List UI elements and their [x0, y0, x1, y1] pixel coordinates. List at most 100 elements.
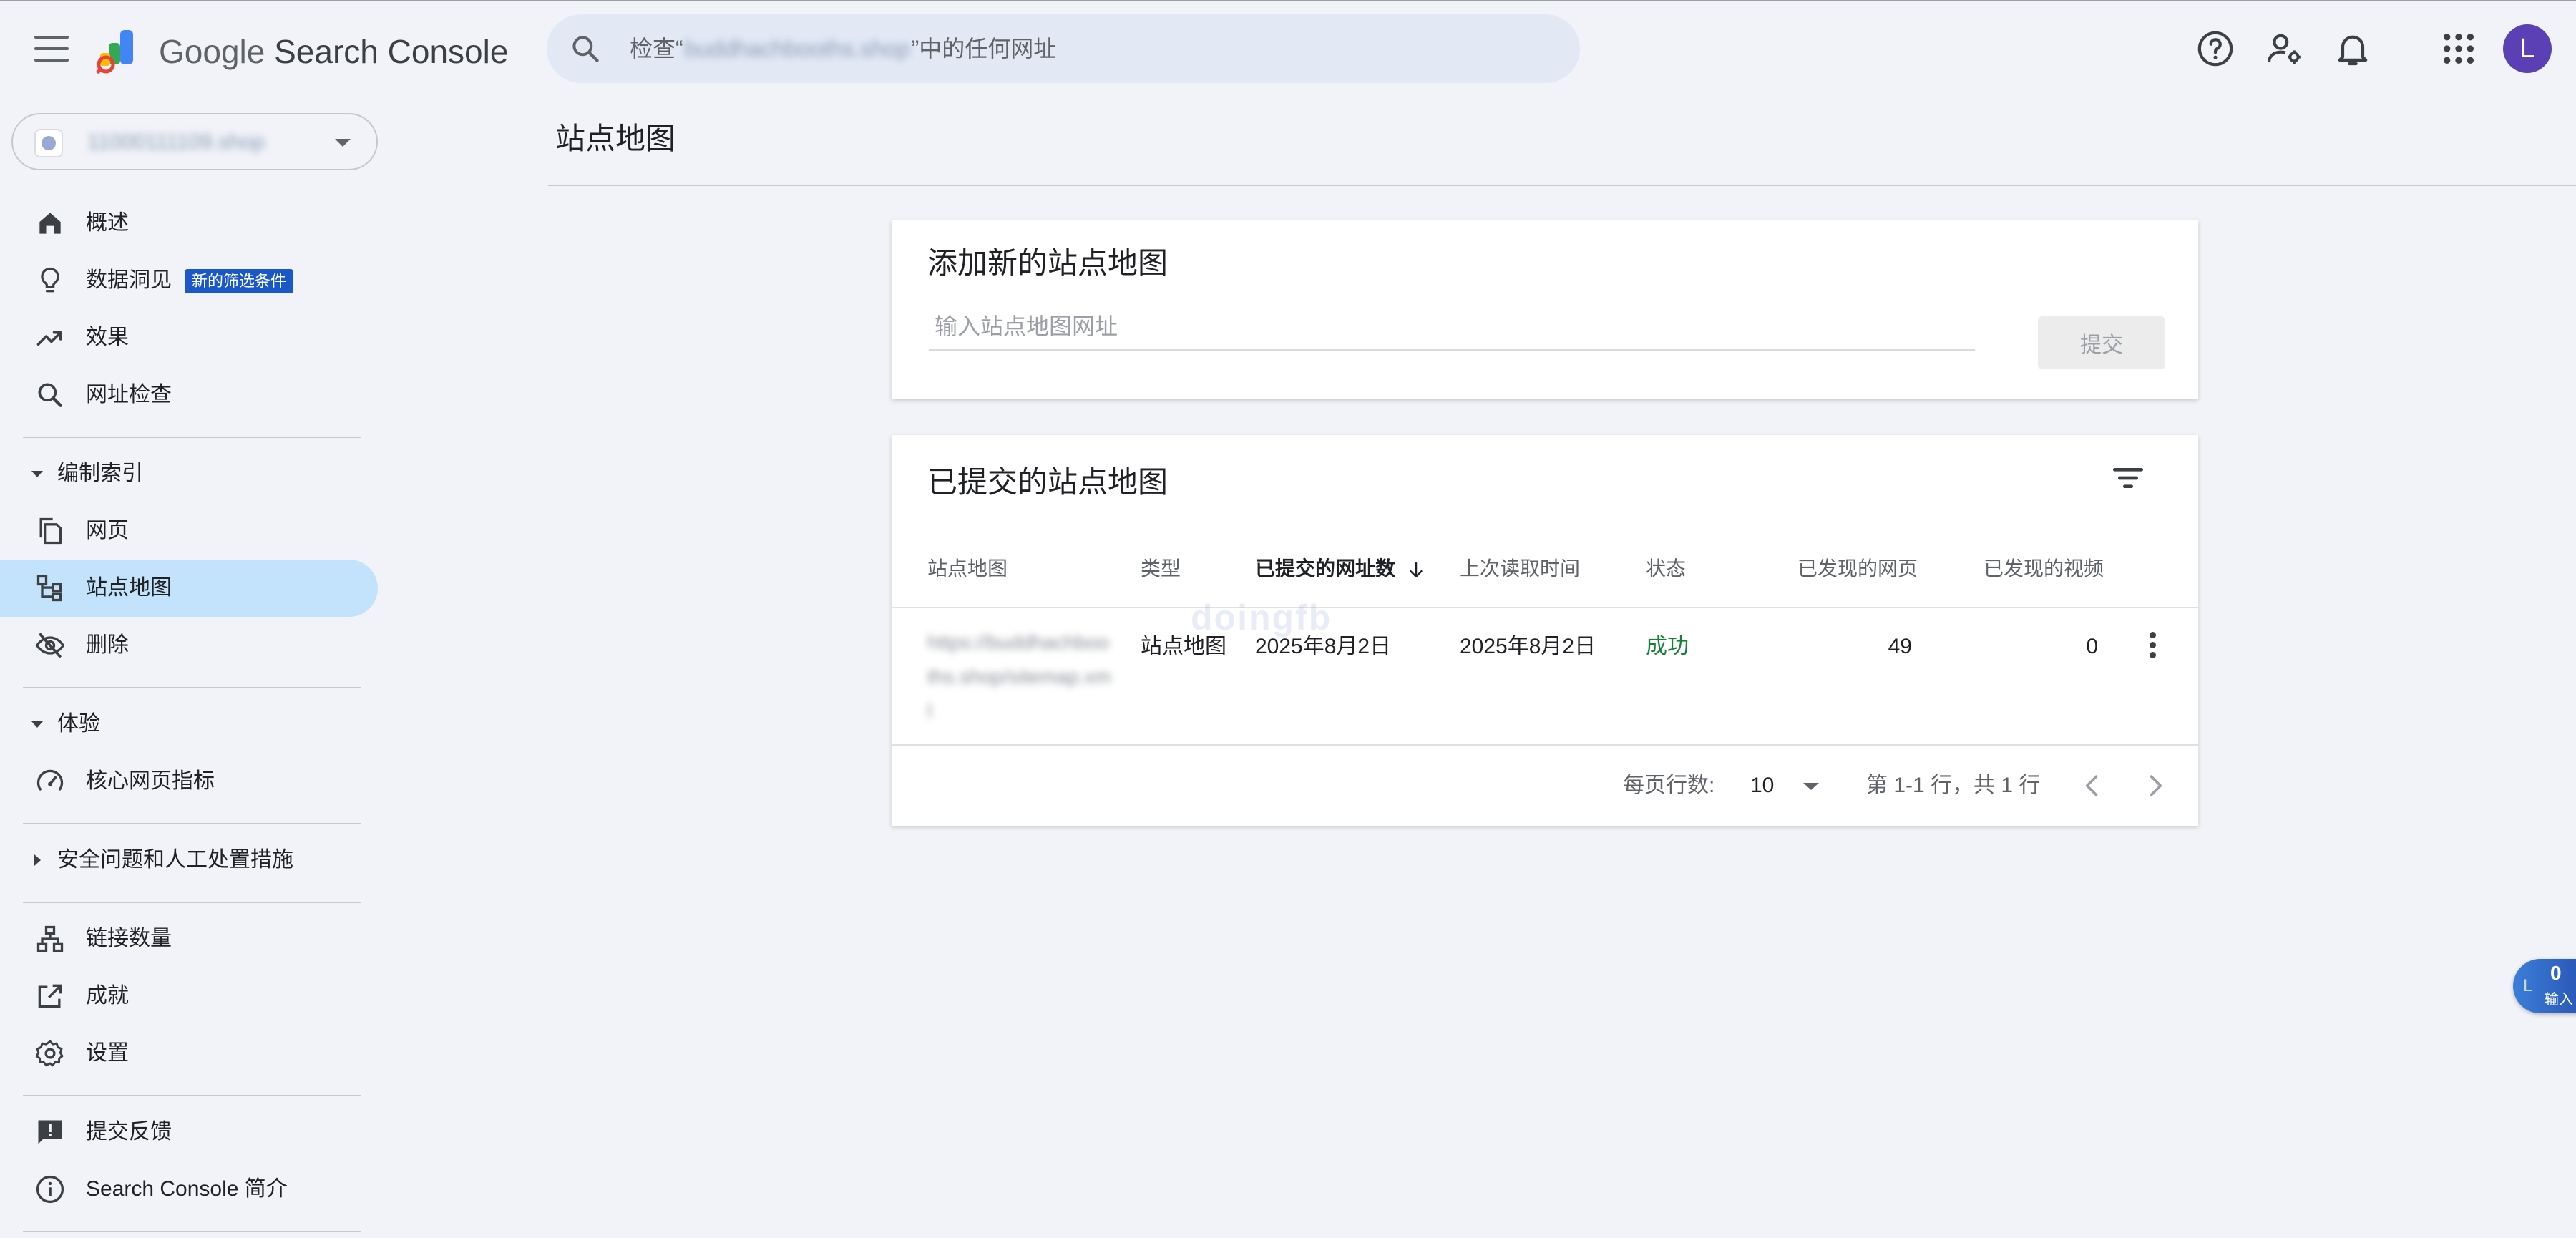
sidebar-item-achievements[interactable]: 成就	[0, 968, 378, 1025]
sidebar-item-feedback[interactable]: 提交反馈	[0, 1103, 378, 1161]
arrow-down-icon	[1410, 562, 1423, 577]
sidebar-divider	[23, 823, 361, 824]
help-icon[interactable]	[2195, 29, 2235, 69]
sidebar-divider	[23, 437, 361, 438]
manage-users-icon[interactable]	[2264, 29, 2304, 69]
search-prefix: 检查“	[630, 36, 683, 62]
section-title: 体验	[57, 712, 100, 736]
sidebar-item-label: 站点地图	[86, 576, 172, 600]
sidebar-divider	[23, 687, 361, 688]
section-security[interactable]: 安全问题和人工处置措施	[0, 832, 378, 889]
sidebar-item-label: 网址检查	[86, 383, 172, 406]
sidebar-item-sitemaps[interactable]: 站点地图	[0, 560, 378, 617]
column-header-discovered-pages[interactable]: 已发现的网页	[1797, 551, 1918, 587]
caret-down-icon	[31, 721, 43, 728]
section-experience[interactable]: 体验	[0, 696, 378, 753]
sitemap-url-line: l	[927, 700, 932, 722]
cell-last-read: 2025年8月2日	[1460, 635, 1596, 658]
next-page-icon[interactable]	[2140, 770, 2171, 801]
sitemap-icon	[36, 575, 62, 602]
sidebar-item-links[interactable]: 链接数量	[0, 910, 378, 968]
chevron-down-icon	[335, 139, 351, 147]
avatar[interactable]: L	[2503, 24, 2552, 73]
sitemap-url-line: https://buddhachboo	[927, 631, 1109, 653]
product-brand: Google	[159, 33, 265, 70]
sidebar-item-label: 设置	[86, 1041, 129, 1065]
search-suffix: ”中的任何网址	[911, 36, 1057, 62]
search-icon	[572, 36, 599, 62]
caret-right-icon	[34, 854, 41, 866]
sitemap-url-blurred[interactable]: https://buddhachboo ths.shop/sitemap.xm …	[927, 625, 1121, 728]
section-indexing[interactable]: 编制索引	[0, 445, 378, 502]
property-name-blurred: 11000111109.shop	[87, 130, 265, 154]
lightbulb-icon	[41, 267, 59, 293]
cell-discovered-videos: 0	[2086, 635, 2098, 658]
sidebar-item-label: 成就	[86, 984, 129, 1008]
links-icon	[36, 925, 64, 952]
table-row-divider	[892, 744, 2198, 746]
pagination-range: 第 1-1 行，共 1 行	[1866, 774, 2041, 797]
product-title: Search Console	[274, 33, 509, 70]
home-icon	[39, 213, 61, 234]
column-header-type[interactable]: 类型	[1141, 551, 1181, 587]
submitted-header-label: 已提交的网址数	[1255, 557, 1396, 580]
sidebar: 11000111109.shop 概述 数据洞见 新的筛选条件 效果 网址检查 编…	[0, 94, 386, 1238]
search-icon	[38, 383, 62, 407]
rows-per-page-label: 每页行数:	[1623, 774, 1715, 797]
sidebar-item-performance[interactable]: 效果	[0, 309, 378, 366]
globe-icon	[34, 129, 63, 157]
submit-button[interactable]: 提交	[2038, 316, 2165, 369]
notifications-icon[interactable]	[2333, 29, 2373, 69]
sidebar-item-settings[interactable]: 设置	[0, 1025, 378, 1082]
sitemap-url-line: ths.shop/sitemap.xm	[927, 666, 1111, 688]
column-header-status[interactable]: 状态	[1646, 551, 1686, 587]
sidebar-item-label: 删除	[86, 633, 129, 657]
filter-icon[interactable]	[2108, 458, 2148, 498]
section-title: 安全问题和人工处置措施	[57, 848, 293, 872]
submitted-sitemaps-title: 已提交的站点地图	[927, 465, 1169, 499]
section-title: 编制索引	[57, 462, 143, 485]
sidebar-divider	[23, 1095, 361, 1096]
sidebar-item-label: 数据洞见 新的筛选条件	[86, 252, 294, 309]
table-header-divider	[892, 607, 2198, 608]
widget-letter: L	[2523, 976, 2533, 995]
sidebar-item-about[interactable]: Search Console 简介	[0, 1161, 378, 1218]
sidebar-item-pages[interactable]: 网页	[0, 502, 378, 560]
search-console-logo-icon	[96, 30, 133, 74]
visibility-off-icon	[35, 633, 65, 658]
column-header-discovered-videos[interactable]: 已发现的视频	[1984, 551, 2104, 587]
column-header-sitemap[interactable]: 站点地图	[927, 551, 1008, 587]
sidebar-item-removals[interactable]: 删除	[0, 617, 378, 674]
previous-page-icon[interactable]	[2077, 770, 2108, 801]
sidebar-item-url-inspection[interactable]: 网址检查	[0, 366, 378, 424]
sidebar-divider	[23, 1231, 361, 1232]
watermark: doingfb	[1191, 598, 1332, 638]
floating-input-widget[interactable]: L 0 输入	[2513, 959, 2576, 1013]
trending-up-icon	[36, 331, 62, 346]
pages-icon	[39, 517, 62, 545]
sidebar-item-label: Search Console 简介	[86, 1177, 288, 1201]
rows-per-page-value: 10	[1750, 774, 1775, 797]
top-app-bar: Google Search Console 检查“buddhachbooths.…	[0, 0, 2576, 94]
chevron-down-icon	[1803, 783, 1819, 790]
menu-icon[interactable]	[31, 31, 72, 66]
search-domain-blurred: buddhachbooths.shop	[684, 36, 910, 62]
sidebar-divider	[23, 902, 361, 903]
product-name[interactable]: Google Search Console	[159, 30, 508, 73]
url-inspection-search[interactable]: 检查“buddhachbooths.shop”中的任何网址	[547, 14, 1580, 83]
column-header-last-read[interactable]: 上次读取时间	[1460, 551, 1580, 587]
widget-label: 输入	[2545, 992, 2573, 1008]
sidebar-item-core-web-vitals[interactable]: 核心网页指标	[0, 753, 378, 810]
sitemap-url-input[interactable]	[929, 303, 1975, 351]
apps-icon[interactable]	[2439, 29, 2479, 69]
sidebar-item-label: 链接数量	[86, 927, 172, 950]
more-vert-icon[interactable]	[2137, 628, 2168, 666]
sidebar-item-label: 概述	[86, 211, 129, 235]
sidebar-item-insights[interactable]: 数据洞见 新的筛选条件	[0, 252, 378, 309]
sidebar-item-overview[interactable]: 概述	[0, 195, 378, 252]
column-header-submitted[interactable]: 已提交的网址数	[1255, 551, 1427, 587]
sidebar-item-label: 核心网页指标	[86, 769, 215, 793]
open-external-icon	[38, 984, 62, 1008]
rows-per-page-select[interactable]: 10	[1750, 764, 1829, 807]
property-selector[interactable]: 11000111109.shop	[11, 113, 378, 170]
